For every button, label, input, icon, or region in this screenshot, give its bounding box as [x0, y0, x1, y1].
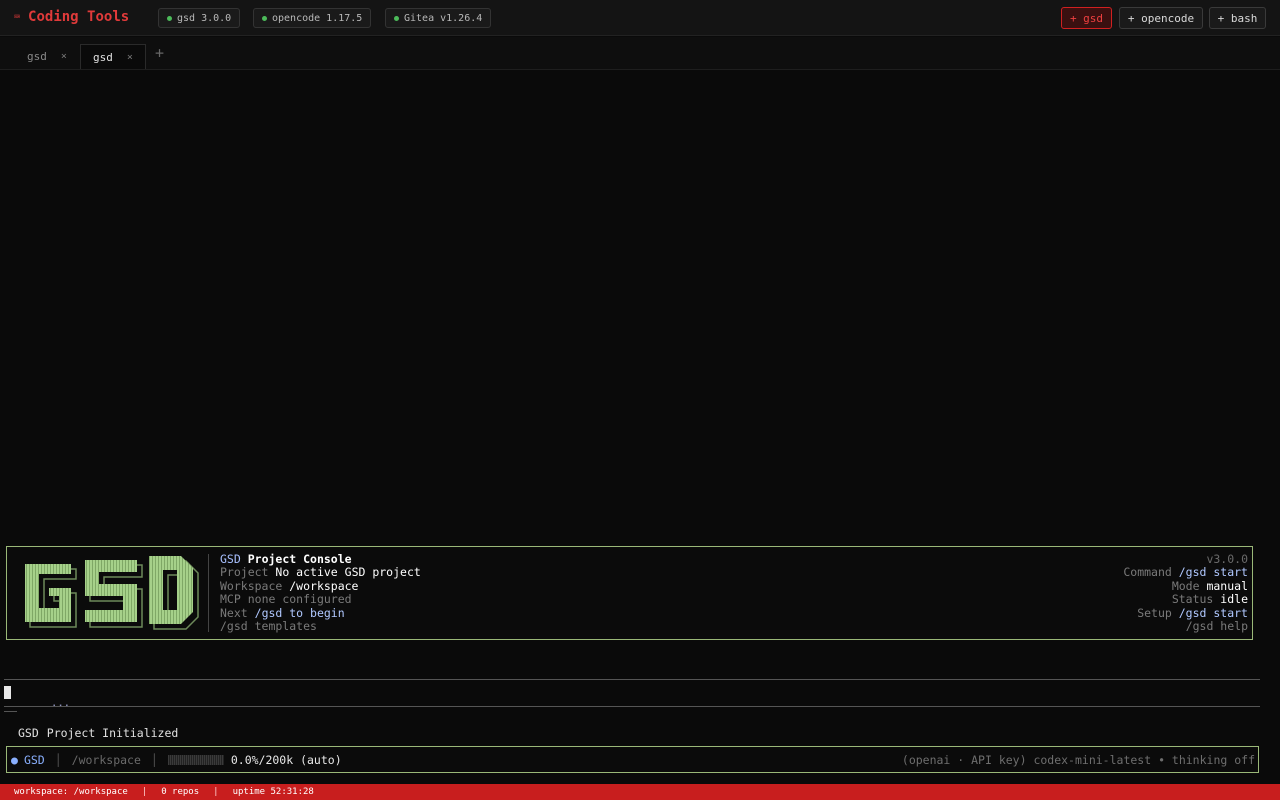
new-opencode-button[interactable]: + opencode [1119, 7, 1203, 29]
help-command: /gsd help [1185, 619, 1248, 634]
next-value: /gsd to begin [254, 605, 345, 620]
context-usage-label: 0.0%/200k (auto) [230, 753, 342, 767]
new-gsd-button[interactable]: + gsd [1061, 7, 1112, 29]
status-dot-icon [167, 15, 172, 21]
footer-workspace: workspace: /workspace [14, 787, 128, 797]
setup-value: /gsd start [1178, 605, 1248, 620]
agent-dot-icon: ● [11, 753, 18, 767]
status-key: Status [1171, 592, 1214, 607]
mcp-row: MCP none configured [220, 593, 421, 606]
close-icon[interactable]: × [127, 52, 133, 63]
status-footer: workspace: /workspace | 0 repos | uptime… [0, 784, 1280, 800]
command-value: /gsd start [1178, 565, 1248, 580]
version-chip-gsd: gsd 3.0.0 [158, 8, 241, 28]
banner-info-left: GSD Project Console Project No active GS… [220, 552, 421, 634]
banner-divider [208, 554, 209, 632]
model-info: (openai · API key) codex-mini-latest • t… [901, 753, 1255, 767]
mode-key: Mode [1171, 578, 1200, 593]
banner-title-prefix: GSD [220, 552, 241, 566]
gsd-banner: GSD Project Console Project No active GS… [6, 546, 1253, 640]
version-chip-gitea: Gitea v1.26.4 [385, 8, 492, 28]
mcp-value: none configured [247, 592, 352, 607]
footer-separator: | [141, 787, 148, 797]
footer-separator: | [213, 787, 219, 797]
banner-title-row: GSD Project Console [220, 552, 421, 566]
version-label: gsd 3.0.0 [177, 12, 232, 24]
banner-title: Project Console [247, 552, 352, 566]
status-dot-icon [262, 15, 267, 21]
next-key: Next [220, 605, 248, 620]
tab-strip: gsd × gsd × [0, 37, 1280, 70]
status-line: GSD Project Initialized [18, 726, 178, 740]
project-row: Project No active GSD project [220, 566, 421, 579]
project-key: Project [220, 565, 269, 580]
prompt-bar[interactable]: ● GSD │ /workspace │ 0.0%/200k (auto) (o… [6, 746, 1259, 773]
context-usage-bar [167, 755, 224, 765]
tab-label: gsd [93, 50, 113, 64]
tab-label: gsd [27, 50, 47, 63]
top-bar: ⌨ Coding Tools gsd 3.0.0 opencode 1.17.5… [0, 0, 1280, 36]
short-rule [4, 711, 17, 712]
tab-gsd-1[interactable]: gsd × [15, 44, 79, 69]
spinner-icon: ⠄⠄⠄ [52, 699, 72, 710]
separator: │ [54, 753, 62, 767]
next-row: Next /gsd to begin [220, 605, 421, 620]
mode-value: manual [1206, 578, 1248, 593]
footer-repos: 0 repos [161, 787, 200, 797]
agent-name: GSD [23, 753, 45, 767]
banner-info-right: v3.0.0 Command /gsd start Mode manual St… [1123, 552, 1248, 634]
workspace-key: Workspace [220, 578, 283, 593]
version-label: opencode 1.17.5 [272, 12, 363, 24]
project-value: No active GSD project [275, 565, 421, 580]
app-brand: ⌨ Coding Tools [14, 9, 129, 25]
gsd-logo [25, 556, 199, 630]
templates-command: /gsd templates [220, 619, 317, 634]
tab-gsd-2[interactable]: gsd × [80, 44, 146, 69]
editor-top-rule [4, 679, 1260, 680]
workspace-path: /workspace [71, 753, 141, 767]
banner-version: v3.0.0 [1206, 552, 1248, 566]
status-dot-icon [394, 15, 399, 21]
workspace-row: Workspace /workspace [220, 578, 421, 593]
close-icon[interactable]: × [61, 51, 67, 62]
terminal-icon: ⌨ [14, 11, 21, 23]
separator: │ [150, 753, 158, 767]
new-bash-button[interactable]: + bash [1209, 7, 1266, 29]
status-value: idle [1220, 592, 1248, 607]
text-cursor[interactable] [4, 686, 11, 699]
editor-bottom-rule [4, 706, 1260, 707]
workspace-value: /workspace [289, 578, 359, 593]
templates-row: /gsd templates [220, 619, 421, 634]
version-chip-opencode: opencode 1.17.5 [253, 8, 372, 28]
footer-uptime: uptime 52:31:28 [232, 787, 314, 797]
add-tab-button[interactable]: + [155, 44, 164, 62]
version-label: Gitea v1.26.4 [404, 12, 483, 24]
status-message: Project Initialized [46, 726, 179, 740]
mcp-key: MCP [220, 592, 241, 607]
app-title: Coding Tools [28, 9, 130, 25]
status-name: GSD [18, 726, 39, 740]
command-key: Command [1123, 565, 1172, 580]
setup-key: Setup [1137, 605, 1172, 620]
